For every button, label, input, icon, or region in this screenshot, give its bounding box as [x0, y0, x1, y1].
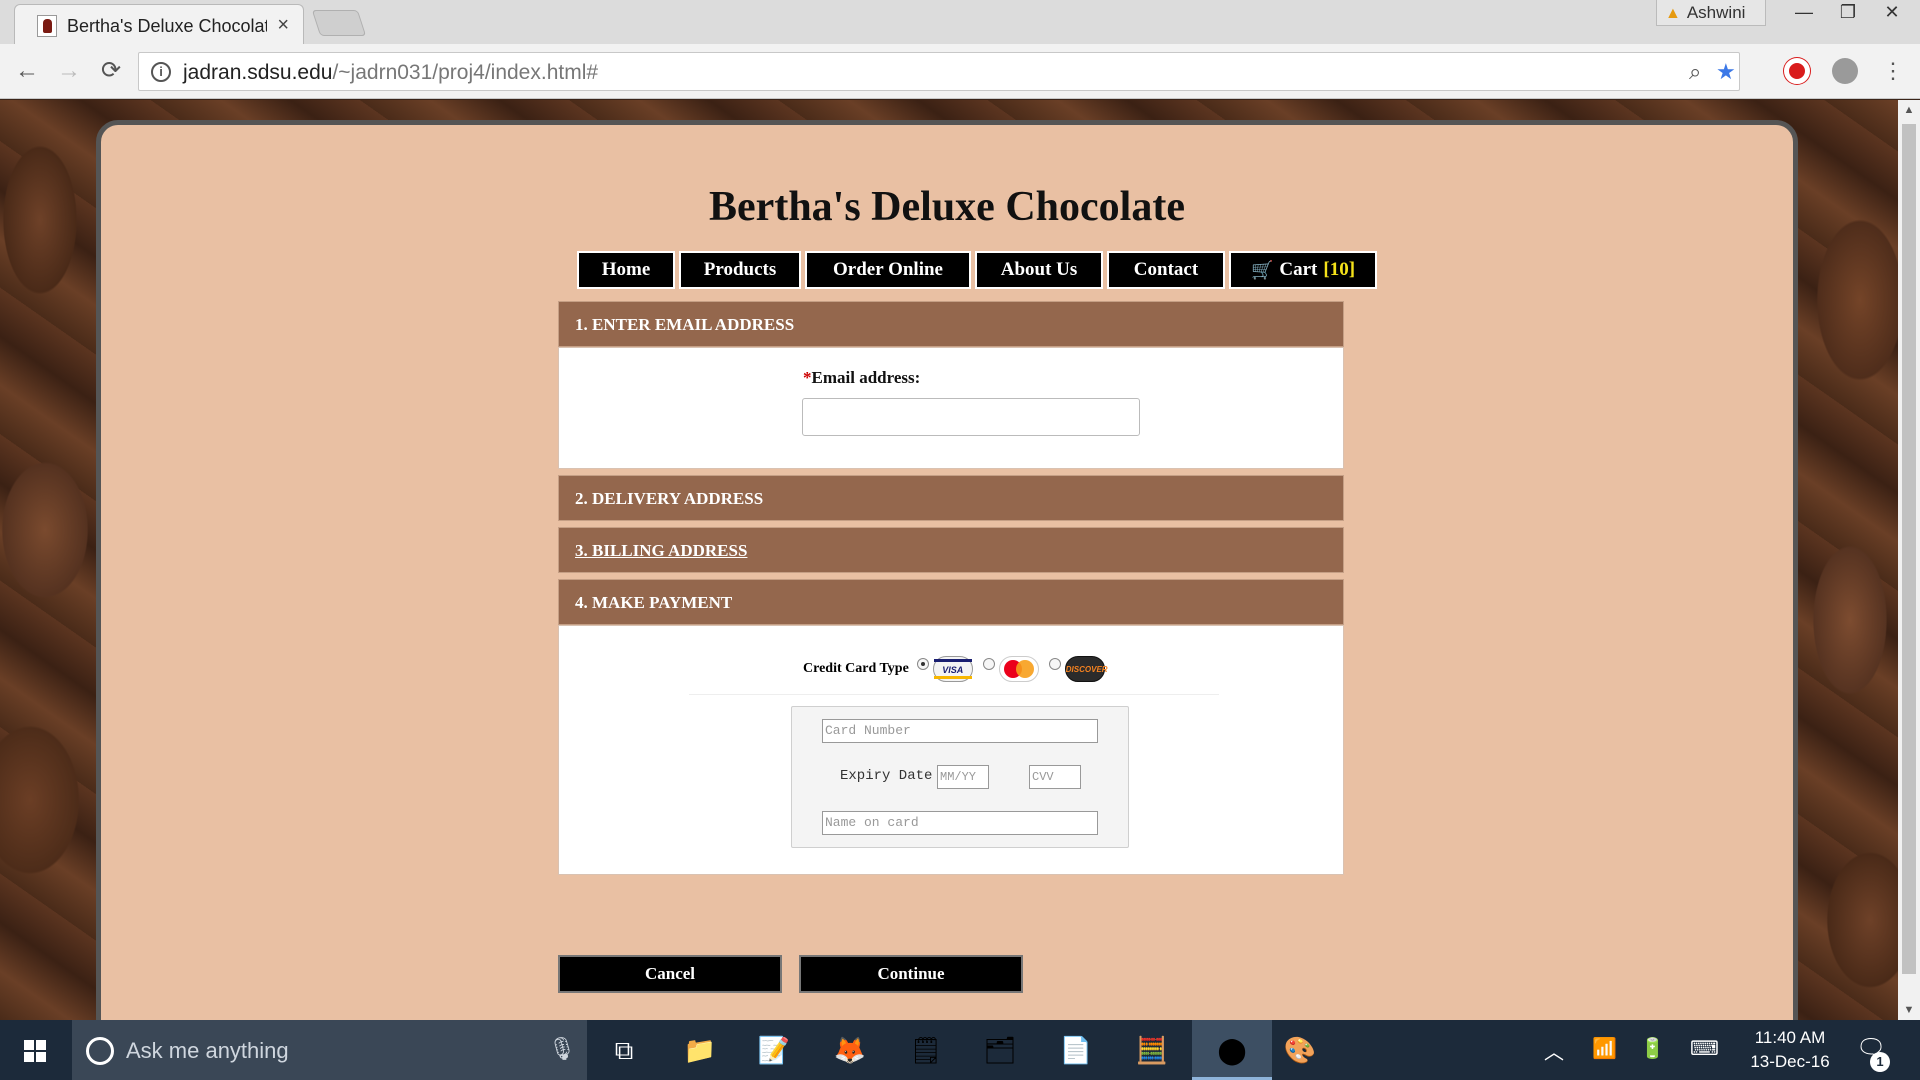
- calculator-icon[interactable]: 🧮: [1132, 1030, 1172, 1070]
- document-app-icon[interactable]: 📄: [1056, 1030, 1096, 1070]
- nav-order-online[interactable]: Order Online: [805, 251, 971, 289]
- mastercard-card-icon: [998, 656, 1039, 682]
- main-nav: Home Products Order Online About Us Cont…: [577, 251, 1377, 289]
- section-payment-header[interactable]: 4. MAKE PAYMENT: [558, 579, 1344, 625]
- start-button[interactable]: [0, 1020, 70, 1080]
- cortana-icon: [86, 1037, 114, 1065]
- site-info-icon[interactable]: i: [151, 62, 171, 82]
- reload-button[interactable]: ⟳: [96, 56, 126, 86]
- page-viewport: Bertha's Deluxe Chocolate Home Products …: [0, 100, 1898, 1020]
- keyboard-icon[interactable]: ⌨: [1690, 1036, 1719, 1061]
- nav-cart[interactable]: 🛒 Cart [10]: [1229, 251, 1377, 289]
- clock-time: 11:40 AM: [1754, 1028, 1826, 1047]
- section-billing-header[interactable]: 3. BILLING ADDRESS: [558, 527, 1344, 573]
- file-explorer-icon[interactable]: 📁: [680, 1030, 720, 1070]
- section-email-header[interactable]: 1. ENTER EMAIL ADDRESS: [558, 301, 1344, 347]
- visa-radio[interactable]: [916, 658, 929, 670]
- expiry-input[interactable]: MM/YY: [937, 765, 989, 789]
- tab-title: Bertha's Deluxe Chocolat: [67, 16, 267, 36]
- minimize-button[interactable]: —: [1782, 0, 1826, 26]
- windows-taskbar: Ask me anything 🎙 ⧉ 📁 📝 🦊 🗒 🗂 📄 🧮 ⬤ 🎨 ︿ …: [0, 1020, 1920, 1080]
- browser-menu-icon[interactable]: ⋮: [1878, 56, 1908, 86]
- discover-radio[interactable]: [1048, 658, 1061, 670]
- visa-card-icon: VISA: [932, 656, 973, 682]
- new-tab-button[interactable]: [311, 10, 367, 36]
- profile-button[interactable]: ▲ Ashwini: [1656, 0, 1766, 26]
- nav-about-us[interactable]: About Us: [975, 251, 1103, 289]
- nav-home[interactable]: Home: [577, 251, 675, 289]
- scroll-down-icon[interactable]: ▼: [1898, 1000, 1920, 1020]
- cart-icon: 🛒: [1250, 259, 1274, 280]
- tab-close-icon[interactable]: ×: [277, 14, 289, 37]
- profile-name: Ashwini: [1686, 3, 1746, 22]
- opera-extension-icon[interactable]: [1784, 58, 1810, 84]
- cart-count: [10]: [1323, 259, 1356, 280]
- nav-contact[interactable]: Contact: [1107, 251, 1225, 289]
- scroll-up-icon[interactable]: ▲: [1898, 100, 1920, 120]
- extension-icon[interactable]: [1832, 58, 1858, 84]
- battery-icon[interactable]: 🔋: [1640, 1036, 1665, 1061]
- card-type-label: Credit Card Type: [803, 661, 909, 676]
- discover-card-icon: DISCOVER: [1064, 656, 1108, 682]
- chrome-icon[interactable]: ⬤: [1192, 1020, 1272, 1080]
- clock[interactable]: 11:40 AM 13-Dec-16: [1740, 1026, 1840, 1074]
- section-payment-body: Credit Card Type VISA DISCOVER Card Numb…: [558, 625, 1344, 875]
- search-placeholder: Ask me anything: [126, 1038, 289, 1063]
- email-label: *Email address:: [803, 368, 921, 387]
- site-title: Bertha's Deluxe Chocolate: [709, 184, 1185, 230]
- page-container: Bertha's Deluxe Chocolate Home Products …: [96, 120, 1798, 1020]
- close-window-button[interactable]: ✕: [1870, 0, 1914, 26]
- email-input[interactable]: [802, 398, 1140, 436]
- name-on-card-input[interactable]: Name on card: [822, 811, 1098, 835]
- site-favicon-icon: [37, 15, 57, 37]
- section-email-body: *Email address:: [558, 347, 1344, 469]
- expiry-label: Expiry Date: [840, 768, 933, 784]
- continue-button[interactable]: Continue: [799, 955, 1023, 993]
- warning-icon: ▲: [1665, 5, 1681, 22]
- clock-date: 13-Dec-16: [1750, 1052, 1830, 1071]
- browser-tab-bar: Bertha's Deluxe Chocolat × ▲ Ashwini — ❐ …: [0, 0, 1920, 44]
- browser-toolbar: ← → ⟳ i jadran.sdsu.edu/~jadrn031/proj4/…: [0, 44, 1920, 99]
- restore-button[interactable]: ❐: [1826, 0, 1870, 26]
- windows-logo-icon: [24, 1040, 46, 1062]
- cvv-input[interactable]: CVV: [1029, 765, 1081, 789]
- cancel-button[interactable]: Cancel: [558, 955, 782, 993]
- form-buttons: Cancel Continue: [558, 955, 1023, 993]
- notification-badge: 1: [1870, 1052, 1890, 1072]
- scroll-thumb[interactable]: [1902, 124, 1916, 974]
- url-text: jadran.sdsu.edu/~jadrn031/proj4/index.ht…: [183, 61, 599, 84]
- card-number-input[interactable]: Card Number: [822, 719, 1098, 743]
- back-button[interactable]: ←: [12, 56, 42, 86]
- address-bar[interactable]: i jadran.sdsu.edu/~jadrn031/proj4/index.…: [138, 52, 1740, 91]
- zoom-icon[interactable]: ⌕: [1689, 59, 1701, 85]
- wifi-icon[interactable]: 📶: [1592, 1036, 1617, 1061]
- page-scrollbar[interactable]: ▲ ▼: [1898, 100, 1920, 1020]
- notepad-app-icon[interactable]: 📝: [754, 1030, 794, 1070]
- card-details-box: Card Number Expiry Date MM/YY CVV Name o…: [791, 706, 1129, 848]
- sticky-notes-icon[interactable]: 🗒: [906, 1030, 946, 1070]
- cortana-search[interactable]: Ask me anything 🎙: [72, 1020, 587, 1080]
- divider: [689, 694, 1219, 695]
- browser-tab[interactable]: Bertha's Deluxe Chocolat ×: [14, 4, 304, 44]
- microphone-icon[interactable]: 🎙: [548, 1036, 576, 1062]
- bookmark-star-icon[interactable]: ★: [1716, 59, 1736, 85]
- checkout-form: 1. ENTER EMAIL ADDRESS *Email address: 2…: [558, 301, 1344, 875]
- paint-icon[interactable]: 🎨: [1280, 1030, 1320, 1070]
- card-type-row: Credit Card Type VISA DISCOVER: [803, 656, 1115, 682]
- forward-button[interactable]: →: [54, 56, 84, 86]
- firefox-icon[interactable]: 🦊: [830, 1030, 870, 1070]
- required-mark: *: [803, 368, 812, 387]
- folder-app-icon[interactable]: 🗂: [980, 1030, 1020, 1070]
- cart-label: Cart: [1279, 259, 1318, 280]
- section-delivery-header[interactable]: 2. DELIVERY ADDRESS: [558, 475, 1344, 521]
- tray-chevron-icon[interactable]: ︿: [1544, 1036, 1564, 1065]
- nav-products[interactable]: Products: [679, 251, 801, 289]
- mastercard-radio[interactable]: [982, 658, 995, 670]
- task-view-icon[interactable]: ⧉: [604, 1030, 644, 1070]
